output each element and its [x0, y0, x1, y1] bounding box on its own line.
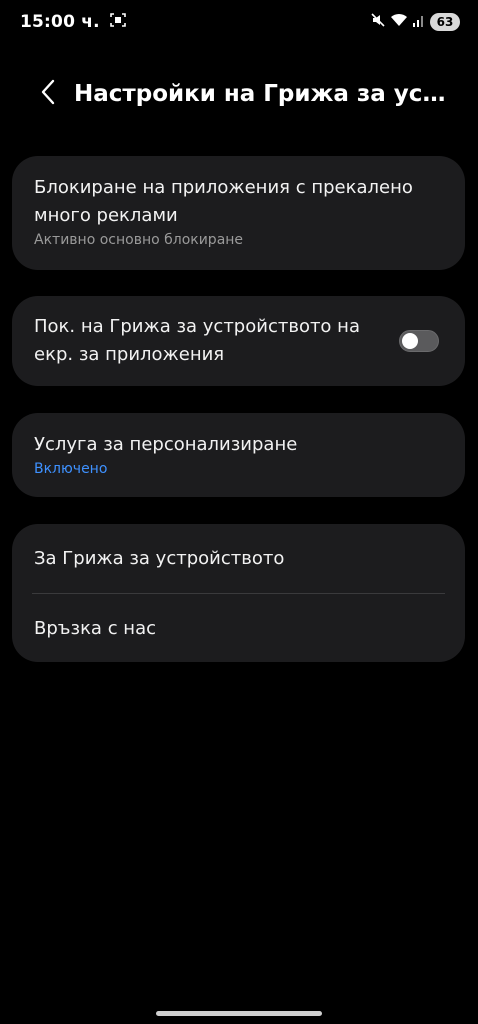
signal-icon	[412, 12, 426, 32]
personalization-item[interactable]: Услуга за персонализиране Включено	[12, 413, 465, 479]
status-bar: 15:00 ч. 63	[0, 0, 478, 44]
home-indicator[interactable]	[156, 1011, 322, 1016]
ad-blocking-title: Блокиране на приложения с прекалено мног…	[34, 177, 413, 226]
about-device-care-item[interactable]: За Грижа за устройството	[12, 524, 465, 593]
wifi-icon	[390, 12, 408, 32]
about-device-care-label: За Грижа за устройството	[34, 547, 285, 569]
personalization-title: Услуга за персонализиране	[34, 434, 298, 455]
toggle-knob	[402, 333, 418, 349]
screen: 15:00 ч. 63 Настройки на Грижа за ус... …	[0, 0, 478, 1024]
status-time: 15:00 ч.	[20, 12, 100, 32]
header: Настройки на Грижа за ус...	[0, 72, 478, 116]
show-on-apps-screen-card: Пок. на Грижа за устройството на екр. за…	[12, 296, 465, 386]
contact-us-item[interactable]: Връзка с нас	[12, 594, 465, 663]
battery-indicator: 63	[430, 13, 460, 31]
status-right: 63	[370, 12, 460, 32]
show-on-apps-screen-title: Пок. на Грижа за устройството на екр. за…	[34, 316, 360, 365]
mute-icon	[370, 12, 386, 32]
ad-blocking-card: Блокиране на приложения с прекалено мног…	[12, 156, 465, 270]
personalization-card: Услуга за персонализиране Включено	[12, 413, 465, 497]
show-on-apps-screen-item[interactable]: Пок. на Грижа за устройството на екр. за…	[12, 296, 465, 386]
back-button[interactable]	[26, 72, 70, 116]
chevron-left-icon	[40, 79, 56, 109]
personalization-status: Включено	[34, 461, 108, 477]
page-title: Настройки на Грижа за ус...	[74, 81, 446, 107]
show-on-apps-screen-toggle[interactable]	[399, 330, 439, 352]
about-card: За Грижа за устройството Връзка с нас	[12, 524, 465, 662]
ad-blocking-item[interactable]: Блокиране на приложения с прекалено мног…	[12, 156, 465, 250]
ad-blocking-subtitle: Активно основно блокиране	[34, 232, 244, 248]
screenshot-icon	[109, 12, 126, 32]
status-left: 15:00 ч.	[20, 12, 126, 32]
contact-us-label: Връзка с нас	[34, 617, 157, 639]
